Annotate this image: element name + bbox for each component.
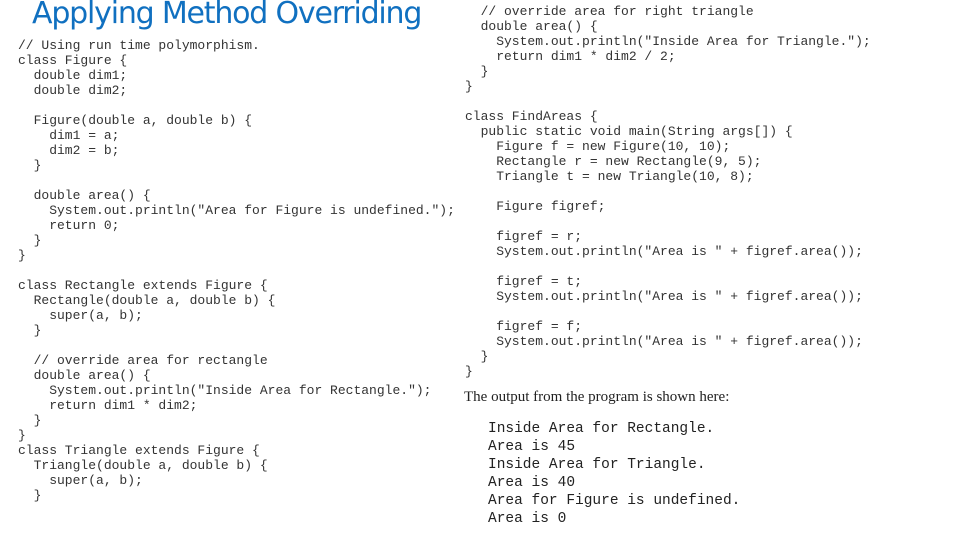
code-line: } xyxy=(465,79,473,94)
code-listing-right: // override area for right triangle doub… xyxy=(465,4,871,379)
code-line: double dim1; xyxy=(18,68,128,83)
output-line: Area is 45 xyxy=(488,439,576,455)
code-line: double area() { xyxy=(18,188,151,203)
code-line: } xyxy=(18,488,42,503)
code-line: Rectangle(double a, double b) { xyxy=(18,293,276,308)
slide-title: Applying Method Overriding xyxy=(32,0,422,31)
code-line: dim2 = b; xyxy=(18,143,120,158)
code-line: double area() { xyxy=(18,368,151,383)
code-listing-left: // Using run time polymorphism. class Fig… xyxy=(18,38,455,503)
code-line: figref = r; xyxy=(465,229,583,244)
code-line: System.out.println("Inside Area for Rect… xyxy=(18,383,432,398)
code-line: // override area for rectangle xyxy=(18,353,268,368)
output-line: Inside Area for Triangle. xyxy=(488,457,706,473)
code-line: class Rectangle extends Figure { xyxy=(18,278,268,293)
code-line: class Triangle extends Figure { xyxy=(18,443,260,458)
code-line: } xyxy=(465,349,489,364)
code-line: super(a, b); xyxy=(18,308,143,323)
code-line: Rectangle r = new Rectangle(9, 5); xyxy=(465,154,762,169)
code-line: class FindAreas { xyxy=(465,109,598,124)
code-line: Figure figref; xyxy=(465,199,606,214)
code-line: super(a, b); xyxy=(18,473,143,488)
code-line: } xyxy=(18,248,26,263)
output-line: Area is 40 xyxy=(488,475,576,491)
code-line: figref = t; xyxy=(465,274,583,289)
code-line: public static void main(String args[]) { xyxy=(465,124,793,139)
code-line: System.out.println("Inside Area for Tria… xyxy=(465,34,871,49)
code-line: class Figure { xyxy=(18,53,128,68)
code-line: Figure(double a, double b) { xyxy=(18,113,253,128)
code-line: System.out.println("Area is " + figref.a… xyxy=(465,289,863,304)
output-line: Inside Area for Rectangle. xyxy=(488,421,715,437)
code-line: double dim2; xyxy=(18,83,128,98)
code-line: } xyxy=(18,428,26,443)
code-line: Figure f = new Figure(10, 10); xyxy=(465,139,731,154)
code-line: System.out.println("Area is " + figref.a… xyxy=(465,244,863,259)
code-line: // Using run time polymorphism. xyxy=(18,38,260,53)
program-output: Inside Area for Rectangle. Area is 45 Insi… xyxy=(488,420,740,528)
code-line: Triangle(double a, double b) { xyxy=(18,458,268,473)
code-line: figref = f; xyxy=(465,319,583,334)
code-line: } xyxy=(465,364,473,379)
code-line: } xyxy=(18,233,42,248)
output-line: Area for Figure is undefined. xyxy=(488,493,741,509)
code-line: } xyxy=(18,323,42,338)
code-line: return dim1 * dim2 / 2; xyxy=(465,49,676,64)
code-line: // override area for right triangle xyxy=(465,4,754,19)
output-caption: The output from the program is shown her… xyxy=(464,389,730,405)
code-line: } xyxy=(18,413,42,428)
code-line: return dim1 * dim2; xyxy=(18,398,198,413)
code-line: Triangle t = new Triangle(10, 8); xyxy=(465,169,754,184)
code-line: dim1 = a; xyxy=(18,128,120,143)
code-line: return 0; xyxy=(18,218,120,233)
code-line: System.out.println("Area for Figure is u… xyxy=(18,203,455,218)
code-line: double area() { xyxy=(465,19,598,34)
code-line: System.out.println("Area is " + figref.a… xyxy=(465,334,863,349)
output-line: Area is 0 xyxy=(488,511,567,527)
code-line: } xyxy=(18,158,42,173)
code-line: } xyxy=(465,64,489,79)
